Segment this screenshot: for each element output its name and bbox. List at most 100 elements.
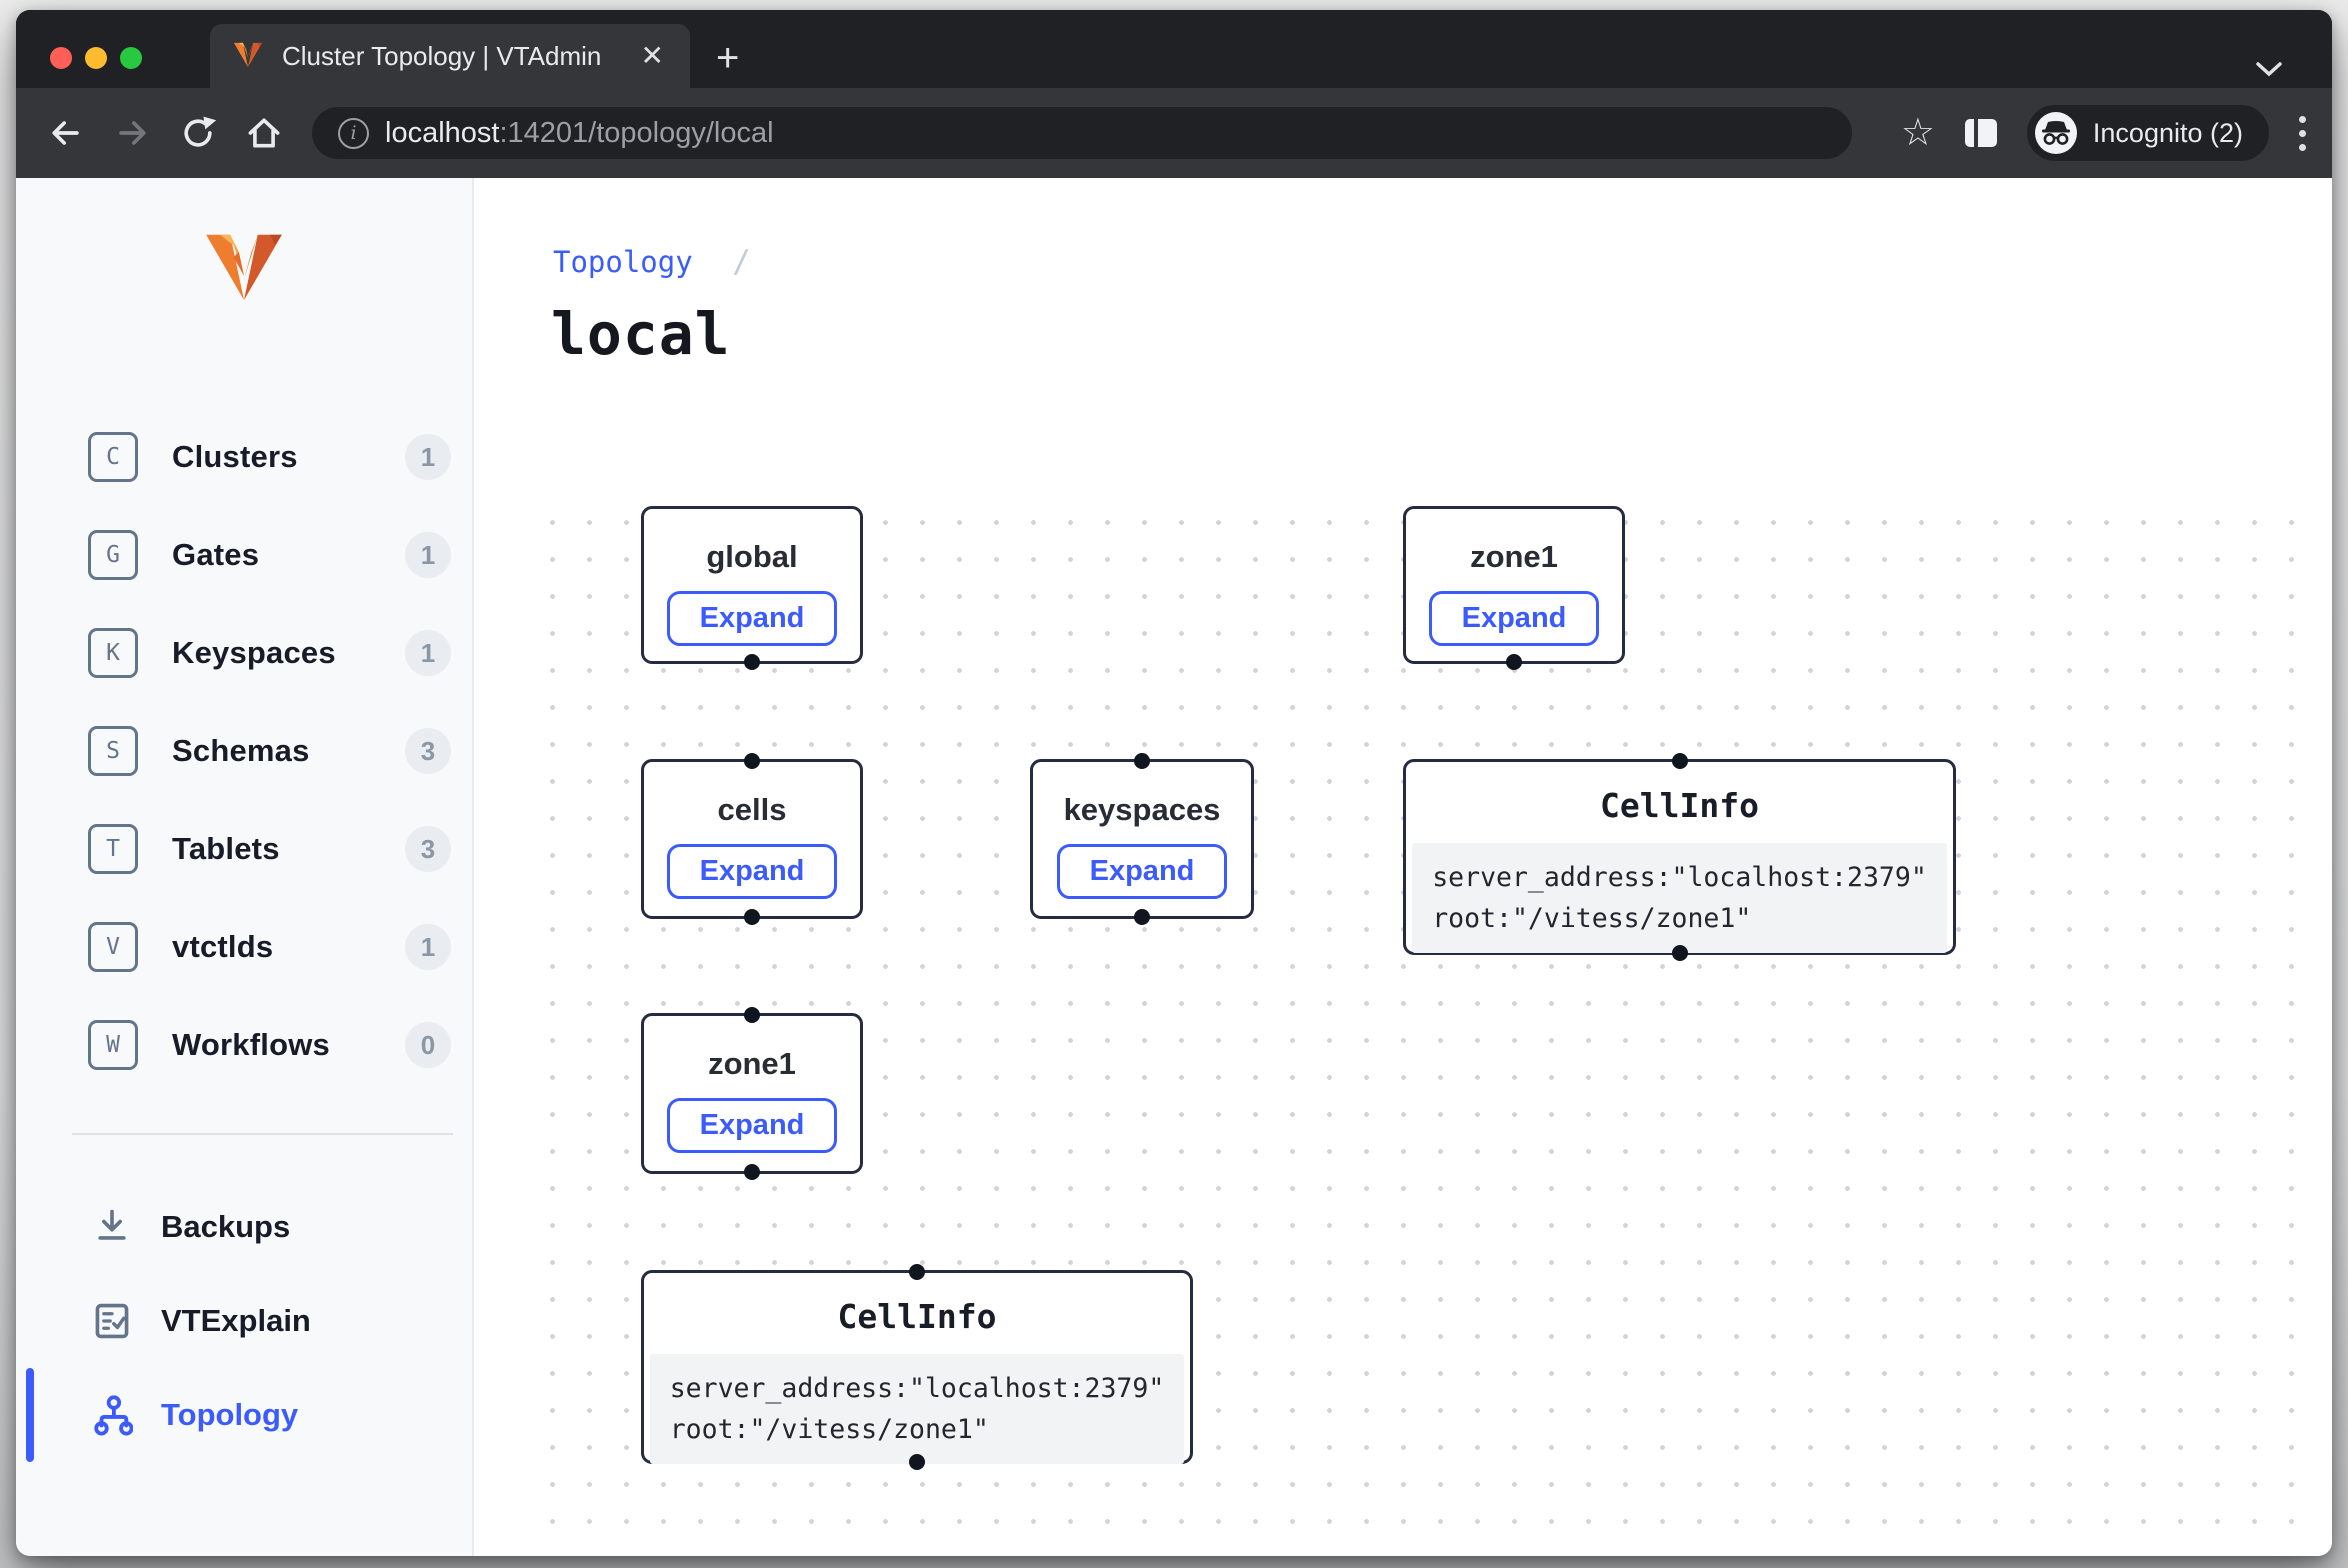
sidebar-item-workflows[interactable]: W Workflows 0 [16,1012,472,1078]
back-icon[interactable] [44,111,88,155]
breadcrumb: Topology / [553,244,751,280]
download-icon [89,1204,135,1250]
count-badge: 1 [405,434,451,480]
forward-icon[interactable] [110,111,154,155]
node-zone1-mid: zone1 Expand [641,1013,863,1174]
code-line: root:"/vitess/zone1" [670,1414,989,1445]
port-dot [909,1264,925,1280]
workflows-icon: W [88,1020,138,1070]
sidebar-item-tablets[interactable]: T Tablets 3 [16,816,472,882]
tablets-icon: T [88,824,138,874]
url-text[interactable]: localhost:14201/topology/local [385,117,774,150]
count-badge: 1 [405,532,451,578]
browser-window: Cluster Topology | VTAdmin ✕ + [16,10,2332,1556]
url-host: localhost [385,117,499,149]
sidebar-item-keyspaces[interactable]: K Keyspaces 1 [16,620,472,686]
port-dot [744,753,760,769]
sidebar-item-label: Clusters [172,439,298,475]
sidebar-item-label: Schemas [172,733,310,769]
sidebar-nav: C Clusters 1 G Gates 1 K Keyspaces 1 S S… [16,424,472,1110]
sidebar-item-label: Keyspaces [172,635,336,671]
topology-icon [89,1392,135,1438]
breadcrumb-topology-link[interactable]: Topology [553,245,693,279]
browser-menu-icon[interactable] [2299,116,2306,151]
code-line: root:"/vitess/zone1" [1432,903,1751,934]
node-global: global Expand [641,506,863,664]
schemas-icon: S [88,726,138,776]
sidebar-item-vtctlds[interactable]: V vtctlds 1 [16,914,472,980]
active-nav-indicator [26,1368,34,1462]
tab-search-chevron-icon[interactable] [2256,62,2282,77]
close-tab-icon[interactable]: ✕ [637,38,668,74]
browser-tab[interactable]: Cluster Topology | VTAdmin ✕ [210,24,690,88]
node-cellinfo-right: CellInfo server_address:"localhost:2379"… [1403,759,1956,955]
minimize-window-button[interactable] [85,47,107,69]
node-title: global [706,539,797,575]
port-dot [744,1164,760,1180]
node-title: keyspaces [1064,792,1221,828]
incognito-label: Incognito (2) [2093,118,2243,149]
sidebar-item-label: Tablets [172,831,280,867]
close-window-button[interactable] [50,47,72,69]
count-badge: 3 [405,826,451,872]
expand-button[interactable]: Expand [1429,591,1600,646]
sidebar: C Clusters 1 G Gates 1 K Keyspaces 1 S S… [16,178,474,1556]
vtctlds-icon: V [88,922,138,972]
expand-button[interactable]: Expand [667,844,838,899]
port-dot [909,1454,925,1470]
node-title: CellInfo [1600,786,1759,825]
port-dot [1672,945,1688,961]
sidebar-item-gates[interactable]: G Gates 1 [16,522,472,588]
expand-button[interactable]: Expand [667,591,838,646]
breadcrumb-separator: / [732,244,751,280]
port-dot [744,1007,760,1023]
node-title: CellInfo [838,1297,997,1336]
expand-button[interactable]: Expand [667,1098,838,1153]
count-badge: 1 [405,630,451,676]
node-zone1-top: zone1 Expand [1403,506,1625,664]
page-title: local [551,300,731,368]
cellinfo-code: server_address:"localhost:2379" root:"/v… [650,1354,1185,1464]
browser-toolbar: i localhost:14201/topology/local ☆ Incog… [16,88,2332,178]
side-panel-icon[interactable] [1965,119,1997,147]
node-cellinfo-bottom: CellInfo server_address:"localhost:2379"… [641,1270,1193,1464]
code-line: server_address:"localhost:2379" [670,1373,1165,1404]
port-dot [744,909,760,925]
sidebar-item-backups[interactable]: Backups [16,1194,472,1260]
site-info-icon[interactable]: i [338,118,369,149]
port-dot [1134,909,1150,925]
url-path: :14201/topology/local [499,117,773,149]
vitess-logo [16,230,472,310]
sidebar-item-topology[interactable]: Topology [16,1382,472,1448]
port-dot [1134,753,1150,769]
vitess-favicon [232,39,264,73]
port-dot [1672,753,1688,769]
count-badge: 0 [405,1022,451,1068]
sidebar-item-clusters[interactable]: C Clusters 1 [16,424,472,490]
node-title: cells [718,792,787,828]
sidebar-item-label: Backups [161,1209,290,1245]
sidebar-item-label: Topology [161,1397,298,1433]
reload-icon[interactable] [176,111,220,155]
expand-button[interactable]: Expand [1057,844,1228,899]
incognito-icon [2035,112,2077,154]
port-dot [1506,654,1522,670]
sidebar-item-vtexplain[interactable]: VTExplain [16,1288,472,1354]
new-tab-button[interactable]: + [716,38,739,78]
tab-strip: Cluster Topology | VTAdmin ✕ + [16,10,2332,88]
port-dot [744,654,760,670]
code-line: server_address:"localhost:2379" [1432,862,1927,893]
sidebar-tools: Backups VTExplain [16,1194,472,1476]
count-badge: 1 [405,924,451,970]
count-badge: 3 [405,728,451,774]
home-icon[interactable] [242,111,286,155]
keyspaces-icon: K [88,628,138,678]
sidebar-divider [72,1133,453,1135]
clusters-icon: C [88,432,138,482]
node-keyspaces: keyspaces Expand [1030,759,1254,919]
url-bar[interactable]: i localhost:14201/topology/local [312,107,1852,159]
bookmark-star-icon[interactable]: ☆ [1901,114,1935,152]
zoom-window-button[interactable] [120,47,142,69]
sidebar-item-schemas[interactable]: S Schemas 3 [16,718,472,784]
node-title: zone1 [1470,539,1558,575]
